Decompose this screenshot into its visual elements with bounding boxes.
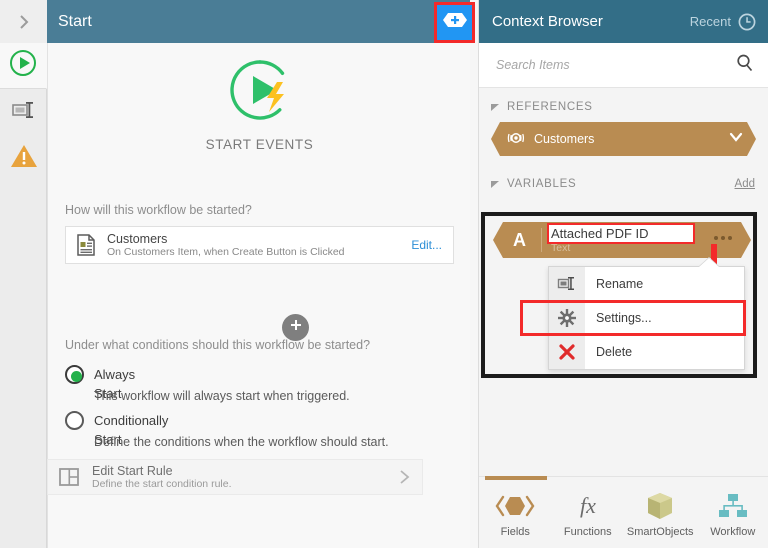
play-lightning-icon — [224, 60, 296, 130]
radio-always-start[interactable] — [65, 365, 84, 384]
rename-icon — [11, 99, 37, 126]
svg-text:fx: fx — [580, 493, 596, 518]
caret-down-icon[interactable] — [491, 103, 500, 112]
trigger-texts: Customers On Customers Item, when Create… — [107, 232, 411, 259]
option-conditionally-start-desc: Define the conditions when the workflow … — [94, 435, 389, 449]
chevron-down-icon[interactable] — [728, 130, 744, 148]
form-item-icon — [75, 233, 97, 257]
tab-label: Functions — [563, 526, 612, 538]
main-header: Start — [0, 0, 475, 43]
edit-start-rule-title: Edit Start Rule — [92, 463, 173, 478]
menu-pointer — [699, 258, 719, 267]
tab-workflow[interactable]: Workflow — [697, 477, 768, 548]
clock-icon[interactable] — [738, 13, 756, 31]
search-icon[interactable] — [735, 53, 755, 78]
caret-down-icon[interactable] — [491, 180, 500, 189]
context-browser-header: Context Browser Recent — [479, 0, 768, 43]
red-x-icon — [549, 335, 585, 369]
edit-start-rule-texts: Edit Start Rule Define the start conditi… — [92, 464, 398, 491]
start-events-label: START EVENTS — [205, 137, 314, 152]
fx-icon: fx — [568, 491, 608, 521]
workflow-designer-pane: Start START EVENTS How will this workflo… — [0, 0, 495, 548]
variable-letter: A — [513, 230, 526, 250]
add-variable-link[interactable]: Add — [735, 178, 755, 190]
smartobject-icon — [507, 130, 525, 148]
hexagon-plus-icon — [442, 12, 468, 33]
radio-dot — [71, 371, 82, 382]
dot — [728, 236, 732, 240]
menu-item-label: Delete — [596, 345, 633, 359]
trigger-subtitle: On Customers Item, when Create Button is… — [107, 245, 345, 258]
dot — [721, 236, 725, 240]
layout-panel-icon — [58, 467, 80, 487]
warning-triangle-icon — [9, 142, 39, 175]
active-tab-indicator — [485, 476, 547, 480]
search-bar[interactable] — [479, 43, 768, 88]
reference-content: Customers — [491, 122, 756, 156]
workflow-tree-icon — [716, 491, 750, 521]
rail-item-start-events[interactable] — [0, 43, 47, 89]
app-root: Start START EVENTS How will this workflo… — [0, 0, 768, 548]
trigger-edit-link[interactable]: Edit... — [411, 238, 442, 252]
variables-section-title: VARIABLES — [507, 178, 577, 190]
option-always-start-desc: This workflow will always start when tri… — [94, 389, 350, 403]
menu-item-label: Settings... — [596, 310, 652, 325]
question-two-label: Under what conditions should this workfl… — [65, 338, 371, 352]
add-trigger-button[interactable] — [282, 314, 309, 341]
menu-item-settings[interactable]: Settings... — [549, 301, 744, 335]
ellipsis-icon[interactable] — [714, 236, 732, 240]
context-browser-title: Context Browser — [492, 13, 603, 30]
question-one-label: How will this workflow be started? — [65, 203, 252, 217]
add-step-button[interactable] — [437, 5, 472, 40]
edit-start-rule-subtitle: Define the start condition rule. — [92, 477, 232, 490]
start-events-logo: START EVENTS — [48, 54, 471, 152]
references-section-title: REFERENCES — [507, 101, 593, 113]
tab-functions[interactable]: fx Functions — [552, 477, 625, 548]
rail-item-warnings[interactable] — [0, 135, 47, 181]
variables-section-header[interactable]: VARIABLES Add — [479, 156, 768, 195]
tab-smartobjects[interactable]: SmartObjects — [624, 477, 697, 548]
chevron-right-icon — [398, 468, 411, 486]
chevron-right-icon — [16, 12, 32, 32]
search-input[interactable] — [494, 57, 735, 73]
dot — [714, 236, 718, 240]
tab-label: SmartObjects — [626, 526, 694, 538]
plus-circle-icon — [288, 317, 304, 338]
trigger-row[interactable]: Customers On Customers Item, when Create… — [65, 226, 454, 264]
page-title: Start — [58, 13, 92, 30]
tab-label: Fields — [500, 526, 530, 538]
gear-icon — [549, 301, 585, 334]
rail-item-rename[interactable] — [0, 89, 47, 135]
play-circle-icon — [8, 48, 38, 83]
context-browser-pane: Context Browser Recent Search Items REFE… — [478, 0, 768, 548]
menu-item-rename[interactable]: Rename — [549, 267, 744, 301]
tab-label: Workflow — [710, 526, 756, 538]
menu-item-label: Rename — [596, 276, 644, 291]
cube-icon — [643, 491, 677, 521]
fields-hexagon-icon — [495, 491, 535, 521]
collapse-panel-button[interactable] — [0, 0, 47, 43]
left-rail — [0, 43, 47, 548]
reference-label: Customers — [534, 132, 595, 146]
variable-context-menu: Rename Settings... Delete — [548, 258, 745, 370]
variable-name[interactable]: Attached PDF ID — [551, 225, 649, 242]
variable-highlight-box: A Attached PDF ID Text Rename Settings..… — [481, 212, 757, 378]
tab-fields[interactable]: Fields — [479, 477, 552, 548]
variable-type: Text — [551, 242, 571, 254]
rename-icon — [549, 267, 585, 300]
divider — [541, 228, 542, 252]
menu-item-delete[interactable]: Delete — [549, 335, 744, 369]
context-browser-tabs: Fields fx Functions SmartObjects Workflo… — [479, 476, 768, 548]
radio-conditionally-start[interactable] — [65, 411, 84, 430]
recent-label[interactable]: Recent — [690, 14, 731, 29]
edit-start-rule-row[interactable]: Edit Start Rule Define the start conditi… — [47, 459, 423, 495]
trigger-title: Customers — [107, 231, 168, 246]
references-section-header[interactable]: REFERENCES — [479, 88, 768, 118]
reference-item-customers[interactable]: Customers — [491, 122, 756, 156]
